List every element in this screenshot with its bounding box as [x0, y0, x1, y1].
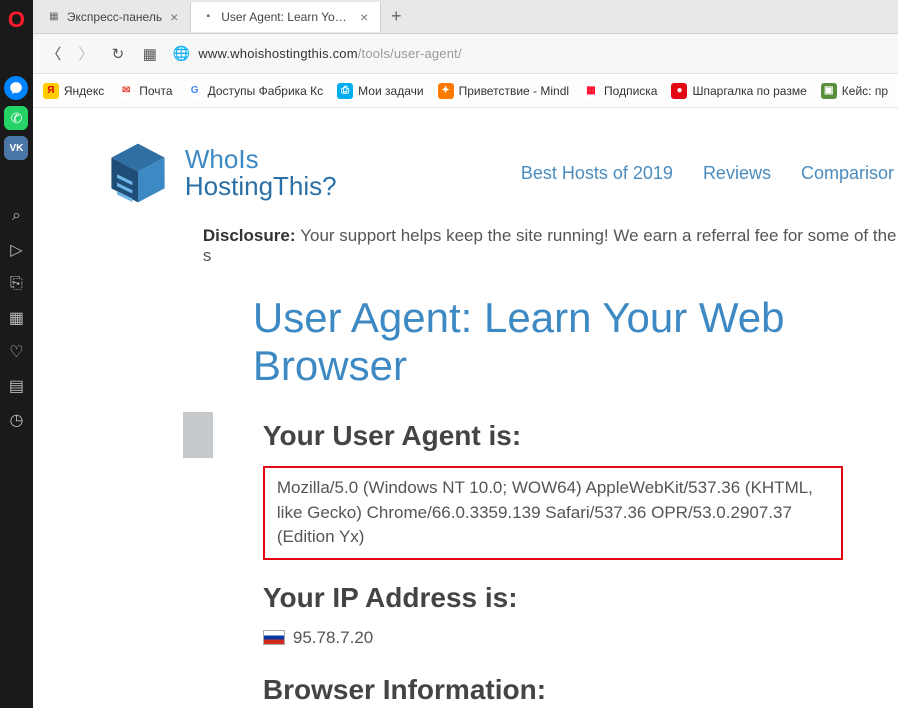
bookmark-label: Яндекс [64, 84, 104, 98]
bookmark-item[interactable]: ⎙ Мои задачи [337, 83, 423, 99]
speed-dial-icon: ▦ [47, 10, 61, 24]
bookmark-item[interactable]: ▦ Подписка [583, 83, 657, 99]
reload-button[interactable]: ↻ [109, 45, 127, 63]
site-logo[interactable]: WhoIsHostingThis? [103, 138, 337, 208]
site-header: WhoIsHostingThis? Best Hosts of 2019 Rev… [33, 108, 898, 218]
bookmark-label: Почта [139, 84, 172, 98]
bookmark-item[interactable]: ● Шпаргалка по разме [671, 83, 806, 99]
bookmarks-bar: Я Яндекс ✉ Почта G Доступы Фабрика Кс ⎙ Мои зад… [33, 74, 898, 108]
browser-window: ▦ Экспресс-панель × ▪ User Agent: Learn … [33, 0, 898, 708]
page-content: WhoIsHostingThis? Best Hosts of 2019 Rev… [33, 108, 898, 708]
close-icon[interactable]: × [358, 9, 370, 25]
bookmark-icon: Я [43, 83, 59, 99]
bi-heading: Browser Information: [263, 674, 898, 706]
heart-icon[interactable]: ♡ [2, 338, 30, 366]
back-button[interactable]: 〈 [45, 45, 63, 63]
nav-toolbar: 〈 〉 ↻ ▦ 🌐 www.whoishostingthis.com/tools… [33, 34, 898, 74]
bookmark-icon: ▦ [583, 83, 599, 99]
tab-title: User Agent: Learn Your We [221, 10, 352, 24]
tab-useragent[interactable]: ▪ User Agent: Learn Your We × [191, 2, 381, 32]
page-icon: ▪ [201, 10, 215, 24]
bookmark-item[interactable]: G Доступы Фабрика Кс [187, 83, 324, 99]
address-bar[interactable]: 🌐 www.whoishostingthis.com/tools/user-ag… [173, 45, 886, 62]
forward-button[interactable]: 〉 [77, 45, 95, 63]
bookmark-item[interactable]: ✦ Приветствие - Mindl [438, 83, 569, 99]
logo-icon [103, 138, 173, 208]
bookmark-item[interactable]: ▣ Кейс: пр [821, 83, 888, 99]
bookmark-icon: ● [671, 83, 687, 99]
nav-reviews[interactable]: Reviews [703, 163, 771, 184]
tab-express[interactable]: ▦ Экспресс-панель × [37, 2, 191, 32]
bookmark-icon: ▣ [821, 83, 837, 99]
ua-heading: Your User Agent is: [263, 420, 898, 452]
logo-text: WhoIsHostingThis? [185, 146, 337, 201]
ua-string-box: Mozilla/5.0 (Windows NT 10.0; WOW64) App… [263, 466, 843, 560]
apps-icon[interactable]: ▦ [2, 304, 30, 332]
bookmark-icon: ✦ [438, 83, 454, 99]
flag-icon [263, 630, 285, 645]
ip-heading: Your IP Address is: [263, 582, 898, 614]
bookmark-label: Доступы Фабрика Кс [208, 84, 324, 98]
whatsapp-icon[interactable]: ✆ [4, 106, 28, 130]
tab-title: Экспресс-панель [67, 10, 162, 24]
search-icon[interactable]: ⌕ [2, 202, 30, 230]
bookmark-icon: ✉ [118, 83, 134, 99]
bookmark-item[interactable]: ✉ Почта [118, 83, 172, 99]
close-icon[interactable]: × [168, 9, 180, 25]
bookmark-icon: ⎙ [337, 83, 353, 99]
ip-row: 95.78.7.20 [263, 628, 898, 648]
bookmark-label: Подписка [604, 84, 657, 98]
clock-icon[interactable]: ◷ [2, 406, 30, 434]
play-icon[interactable]: ▷ [2, 236, 30, 264]
url-text: www.whoishostingthis.com/tools/user-agen… [198, 46, 461, 61]
bookmark-label: Приветствие - Mindl [459, 84, 569, 98]
panel-tab-decoration [183, 412, 213, 458]
camera-icon[interactable]: ⎘ [2, 270, 30, 298]
nav-comparison[interactable]: Comparisor [801, 163, 894, 184]
info-panel: Your User Agent is: Mozilla/5.0 (Windows… [183, 412, 898, 708]
bookmark-label: Мои задачи [358, 84, 423, 98]
ip-value: 95.78.7.20 [293, 628, 373, 648]
opera-sidebar: O ✆ VK ⌕ ▷ ⎘ ▦ ♡ ▤ ◷ [0, 0, 33, 708]
bookmark-label: Шпаргалка по разме [692, 84, 806, 98]
bookmark-label: Кейс: пр [842, 84, 888, 98]
disclosure-text: Disclosure: Your support helps keep the … [33, 218, 898, 284]
tab-bar: ▦ Экспресс-панель × ▪ User Agent: Learn … [33, 0, 898, 34]
speed-dial-button[interactable]: ▦ [141, 45, 159, 63]
page-title: User Agent: Learn Your Web Browser [33, 284, 898, 412]
vk-icon[interactable]: VK [4, 136, 28, 160]
messenger-icon[interactable] [4, 76, 28, 100]
new-tab-button[interactable]: + [381, 6, 411, 27]
globe-icon: 🌐 [173, 45, 190, 62]
nav-best-hosts[interactable]: Best Hosts of 2019 [521, 163, 673, 184]
news-icon[interactable]: ▤ [2, 372, 30, 400]
opera-logo-icon[interactable]: O [2, 6, 30, 34]
site-nav: Best Hosts of 2019 Reviews Comparisor [521, 163, 898, 184]
bookmark-icon: G [187, 83, 203, 99]
bookmark-item[interactable]: Я Яндекс [43, 83, 104, 99]
